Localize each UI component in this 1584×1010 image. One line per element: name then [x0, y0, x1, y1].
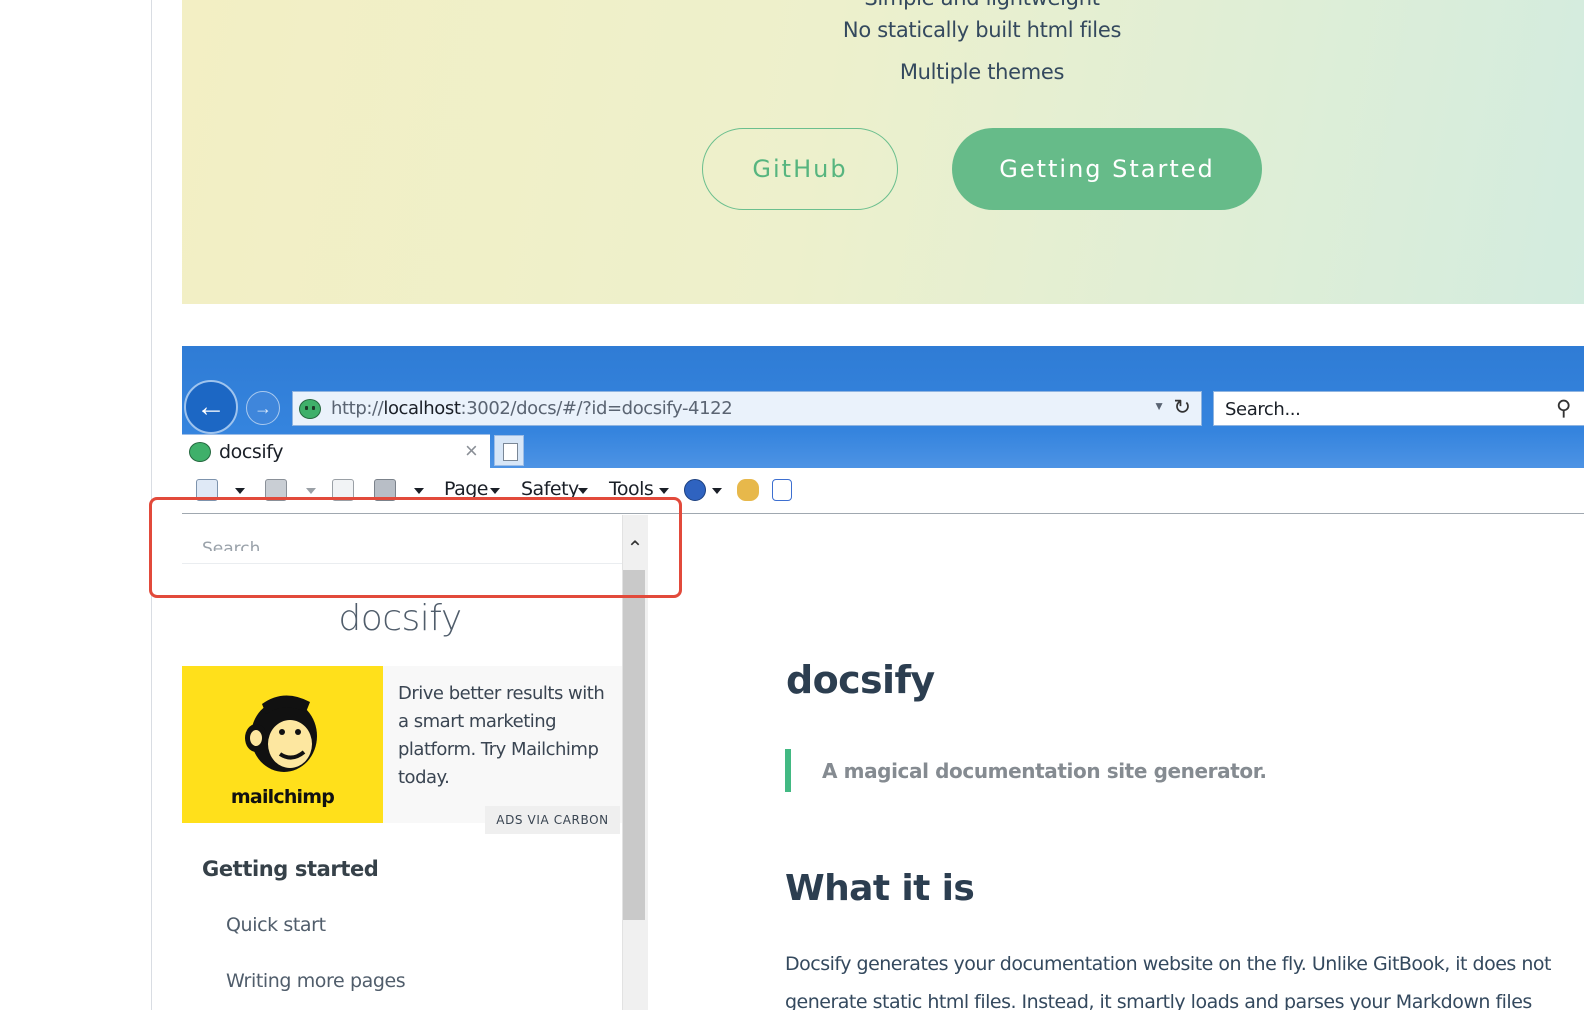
close-tab-icon[interactable]: ×	[465, 438, 478, 464]
ad-brand-label: mailchimp	[230, 786, 335, 808]
search-icon[interactable]: ⚲	[1556, 396, 1571, 421]
content-paragraph: Docsify generates your documentation web…	[785, 953, 1551, 975]
refresh-icon[interactable]: ↻	[1173, 395, 1191, 420]
screenshot-root: Simple and lightweight No statically bui…	[0, 0, 1584, 1010]
hero-feature-line: No statically built html files	[842, 18, 1122, 42]
content-title: docsify	[786, 658, 935, 702]
site-favicon-icon	[299, 399, 321, 419]
new-tab-icon[interactable]	[494, 435, 524, 466]
tab-favicon-icon	[189, 442, 211, 462]
blockquote-bar	[785, 749, 791, 792]
ad-text[interactable]: Drive better results with a smart market…	[398, 680, 608, 792]
help-icon[interactable]	[684, 479, 706, 501]
hero-feature-line: Multiple themes	[899, 60, 1065, 84]
browser-window: ← → http://localhost:3002/docs/#/?id=doc…	[182, 346, 1584, 1010]
address-url: http://localhost:3002/docs/#/?id=docsify…	[331, 398, 733, 419]
ad-image[interactable]: mailchimp	[182, 666, 383, 823]
carbon-ad[interactable]: mailchimp Drive better results with a sm…	[182, 666, 622, 823]
ads-via-carbon-link[interactable]: ADS VIA CARBON	[485, 806, 620, 834]
mailchimp-logo-icon	[245, 695, 317, 772]
highlight-annotation-box	[149, 497, 682, 598]
sidebar-app-title[interactable]: docsify	[182, 598, 618, 639]
github-button[interactable]: GitHub	[702, 128, 898, 210]
hero-feature-line: Simple and lightweight	[182, 0, 1584, 10]
browser-search-placeholder: Search...	[1225, 399, 1301, 420]
bug-icon[interactable]	[737, 479, 759, 501]
content-paragraph-continued: generate static html files. Instead, it …	[785, 991, 1532, 1010]
sidebar-item-quick-start[interactable]: Quick start	[226, 914, 326, 936]
cover-hero: Simple and lightweight No statically bui…	[182, 0, 1584, 304]
getting-started-button[interactable]: Getting Started	[952, 128, 1262, 210]
dev-tools-icon[interactable]	[772, 479, 792, 501]
tools-menu-dropdown-icon[interactable]	[659, 488, 669, 494]
feeds-dropdown-icon[interactable]	[306, 488, 316, 494]
page-menu-dropdown-icon[interactable]	[490, 488, 500, 494]
forward-arrow-icon[interactable]: →	[246, 391, 280, 425]
sidebar-scrollbar-thumb[interactable]	[623, 570, 645, 920]
print-dropdown-icon[interactable]	[414, 488, 424, 494]
home-dropdown-icon[interactable]	[235, 488, 245, 494]
address-bar[interactable]: http://localhost:3002/docs/#/?id=docsify…	[292, 391, 1202, 426]
back-arrow-icon[interactable]: ←	[184, 380, 238, 434]
address-dropdown-icon[interactable]: ▼	[1153, 399, 1165, 413]
content-tagline: A magical documentation site generator.	[822, 759, 1267, 783]
tab-title: docsify	[219, 441, 284, 463]
content-heading: What it is	[785, 868, 975, 909]
sidebar-item-writing-more-pages[interactable]: Writing more pages	[226, 970, 406, 992]
browser-search-input[interactable]: Search... ⚲	[1213, 391, 1584, 426]
safety-menu-dropdown-icon[interactable]	[578, 488, 588, 494]
browser-tab[interactable]: docsify ×	[182, 434, 490, 468]
help-dropdown-icon[interactable]	[712, 488, 722, 494]
sidebar-section-title[interactable]: Getting started	[202, 857, 379, 881]
